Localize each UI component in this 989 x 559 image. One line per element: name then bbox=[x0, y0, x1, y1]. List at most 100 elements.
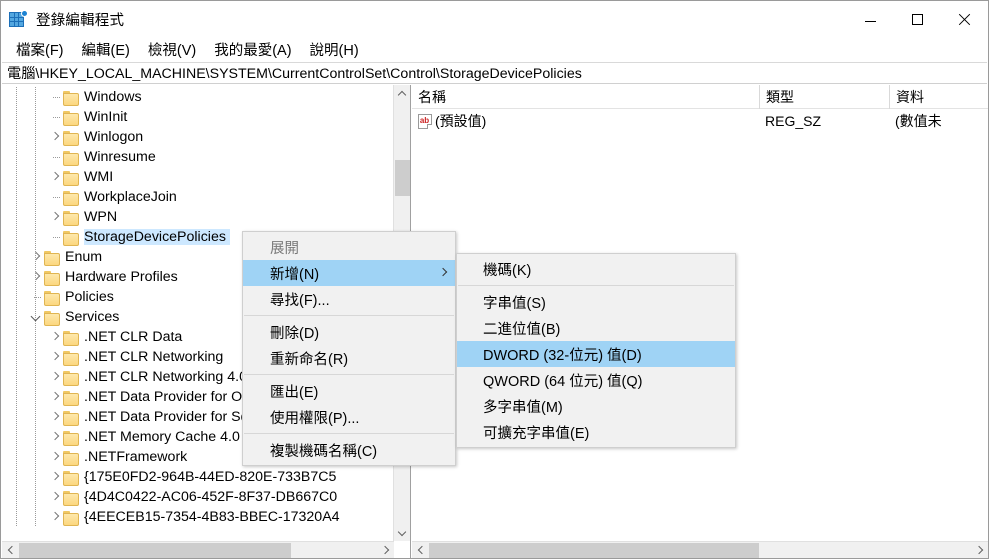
context-menu-item[interactable]: 尋找(F)... bbox=[243, 286, 455, 312]
tree-item[interactable]: {4D4C0422-AC06-452F-8F37-DB667C0 bbox=[2, 487, 382, 507]
tree-item-label: Windows bbox=[84, 89, 142, 105]
tree-item-label: Winresume bbox=[84, 149, 156, 165]
submenu-item[interactable]: DWORD (32-位元) 值(D) bbox=[457, 341, 735, 367]
tree-context-menu[interactable]: 展開新增(N) 尋找(F)... 刪除(D) 重新命名(R) 匯出(E) 使用權限(P).… bbox=[242, 231, 456, 466]
menu-separator bbox=[244, 315, 454, 316]
tree-connector bbox=[50, 232, 61, 243]
chevron-right-icon[interactable] bbox=[50, 172, 61, 183]
context-menu-item[interactable]: 展開 bbox=[243, 234, 455, 260]
context-menu-item-label: 刪除(D) bbox=[270, 325, 320, 342]
folder-icon bbox=[44, 310, 60, 326]
tree-item-label: .NET Memory Cache 4.0 bbox=[84, 429, 240, 445]
tree-vscroll-thumb[interactable] bbox=[395, 160, 410, 196]
folder-icon bbox=[63, 510, 79, 526]
tree-guide-line bbox=[35, 87, 36, 527]
chevron-right-icon[interactable] bbox=[31, 272, 42, 283]
context-menu-item[interactable]: 使用權限(P)... bbox=[243, 404, 455, 430]
tree-scroll-left-button[interactable] bbox=[2, 542, 19, 559]
values-scroll-right-button[interactable] bbox=[971, 542, 988, 559]
folder-icon bbox=[63, 370, 79, 386]
folder-icon bbox=[63, 190, 79, 206]
submenu-item[interactable]: 二進位值(B) bbox=[457, 315, 735, 341]
values-hscroll-thumb[interactable] bbox=[429, 543, 759, 558]
menu-view[interactable]: 檢視(V) bbox=[139, 37, 205, 62]
minimize-button[interactable] bbox=[847, 1, 894, 37]
chevron-right-icon[interactable] bbox=[50, 472, 61, 483]
values-row[interactable]: ab (預設值) REG_SZ (數值未 bbox=[412, 109, 988, 133]
context-menu-item-label: 使用權限(P)... bbox=[270, 410, 360, 427]
menu-help[interactable]: 說明(H) bbox=[301, 37, 368, 62]
tree-item-label: Services bbox=[65, 309, 120, 325]
chevron-right-icon[interactable] bbox=[50, 332, 61, 343]
column-header-data[interactable]: 資料 bbox=[889, 85, 988, 109]
chevron-right-icon[interactable] bbox=[50, 412, 61, 423]
submenu-item[interactable]: 機碼(K) bbox=[457, 256, 735, 282]
title-bar: 登錄編輯程式 bbox=[1, 1, 988, 37]
context-menu-item[interactable]: 刪除(D) bbox=[243, 319, 455, 345]
column-header-name[interactable]: 名稱 bbox=[412, 85, 759, 109]
tree-item[interactable]: Winlogon bbox=[2, 127, 382, 147]
tree-item[interactable]: WorkplaceJoin bbox=[2, 187, 382, 207]
context-menu-item[interactable]: 重新命名(R) bbox=[243, 345, 455, 371]
chevron-right-icon[interactable] bbox=[50, 512, 61, 523]
menu-separator bbox=[458, 285, 734, 286]
values-horizontal-scrollbar[interactable] bbox=[412, 541, 988, 558]
tree-connector bbox=[50, 92, 61, 103]
tree-item-label: .NET CLR Data bbox=[84, 329, 183, 345]
values-column-header: 名稱 類型 資料 bbox=[412, 85, 988, 109]
chevron-right-icon[interactable] bbox=[50, 352, 61, 363]
context-menu-item[interactable]: 複製機碼名稱(C) bbox=[243, 437, 455, 463]
chevron-right-icon[interactable] bbox=[31, 252, 42, 263]
tree-scroll-up-button[interactable] bbox=[394, 85, 410, 102]
chevron-right-icon[interactable] bbox=[50, 372, 61, 383]
submenu-item-label: 字串值(S) bbox=[483, 295, 546, 312]
tree-item[interactable]: WinInit bbox=[2, 107, 382, 127]
chevron-right-icon[interactable] bbox=[50, 132, 61, 143]
chevron-right-icon[interactable] bbox=[50, 432, 61, 443]
chevron-down-icon[interactable] bbox=[31, 312, 42, 323]
values-list[interactable]: ab (預設值) REG_SZ (數值未 bbox=[412, 109, 988, 133]
menu-file[interactable]: 檔案(F) bbox=[7, 37, 73, 62]
submenu-item[interactable]: 可擴充字串值(E) bbox=[457, 419, 735, 445]
chevron-right-icon[interactable] bbox=[50, 452, 61, 463]
close-button[interactable] bbox=[941, 1, 988, 37]
chevron-right-icon[interactable] bbox=[50, 492, 61, 503]
submenu-item-label: 多字串值(M) bbox=[483, 399, 563, 416]
tree-item[interactable]: Windows bbox=[2, 87, 382, 107]
context-menu-item[interactable]: 新增(N) bbox=[243, 260, 455, 286]
chevron-right-icon[interactable] bbox=[50, 392, 61, 403]
tree-item[interactable]: WMI bbox=[2, 167, 382, 187]
submenu-item[interactable]: 多字串值(M) bbox=[457, 393, 735, 419]
tree-hscroll-thumb[interactable] bbox=[19, 543, 291, 558]
column-header-type[interactable]: 類型 bbox=[759, 85, 889, 109]
address-bar[interactable]: 電腦\HKEY_LOCAL_MACHINE\SYSTEM\CurrentCont… bbox=[2, 62, 987, 84]
tree-item[interactable]: Winresume bbox=[2, 147, 382, 167]
tree-scroll-right-button[interactable] bbox=[377, 542, 394, 559]
context-menu-item-label: 尋找(F)... bbox=[270, 292, 330, 309]
values-scroll-left-button[interactable] bbox=[412, 542, 429, 559]
folder-icon bbox=[63, 230, 79, 246]
context-menu-item[interactable]: 匯出(E) bbox=[243, 378, 455, 404]
folder-icon bbox=[63, 470, 79, 486]
chevron-right-icon[interactable] bbox=[50, 212, 61, 223]
submenu-item[interactable]: 字串值(S) bbox=[457, 289, 735, 315]
menu-favorites[interactable]: 我的最愛(A) bbox=[205, 37, 300, 62]
tree-horizontal-scrollbar[interactable] bbox=[2, 541, 394, 558]
new-submenu[interactable]: 機碼(K) 字串值(S) 二進位值(B) DWORD (32-位元) 值(D) QWOR… bbox=[456, 253, 736, 448]
context-menu-item-label: 展開 bbox=[270, 240, 299, 257]
tree-item-label: WMI bbox=[84, 169, 114, 185]
tree-item[interactable]: {175E0FD2-964B-44ED-820E-733B7C5 bbox=[2, 467, 382, 487]
menu-edit[interactable]: 編輯(E) bbox=[73, 37, 139, 62]
maximize-button[interactable] bbox=[894, 1, 941, 37]
tree-scroll-down-button[interactable] bbox=[394, 524, 410, 541]
submenu-item[interactable]: QWORD (64 位元) 值(Q) bbox=[457, 367, 735, 393]
tree-item-label: StorageDevicePolicies bbox=[84, 229, 230, 245]
tree-item[interactable]: {4EECEB15-7354-4B83-BBEC-17320A4 bbox=[2, 507, 382, 527]
tree-item[interactable]: WPN bbox=[2, 207, 382, 227]
tree-item-label: WPN bbox=[84, 209, 118, 225]
